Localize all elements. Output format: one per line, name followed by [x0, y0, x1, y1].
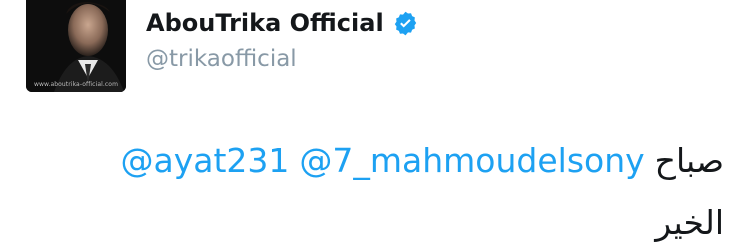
mention-link[interactable]: @7_mahmoudelsony	[299, 138, 644, 184]
avatar-photo	[26, 0, 126, 92]
tweet-arabic-text: صباح	[654, 141, 724, 180]
tweet-text-line-1: @ayat231 @7_mahmoudelsony صباح	[120, 138, 724, 184]
mention-link[interactable]: @ayat231	[120, 138, 289, 184]
avatar-caption: www.aboutrika-official.com	[33, 81, 119, 88]
display-name-text: AbouTrika Official	[146, 9, 384, 37]
profile-display-name[interactable]: AbouTrika Official	[146, 6, 419, 40]
tweet-text-line-2: الخير	[655, 203, 724, 242]
verified-badge-icon	[394, 11, 416, 35]
profile-handle[interactable]: @trikaofficial	[146, 42, 297, 76]
profile-avatar[interactable]: www.aboutrika-official.com	[26, 0, 126, 92]
